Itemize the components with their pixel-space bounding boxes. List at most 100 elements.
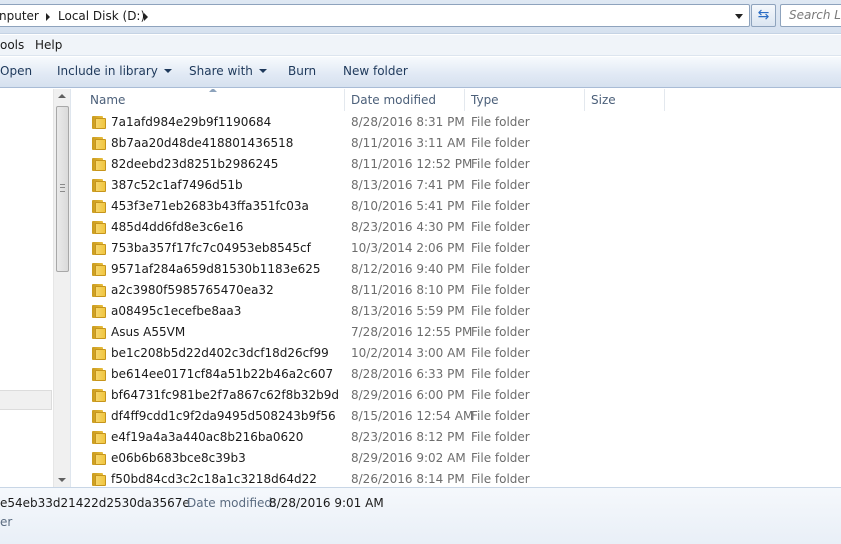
folder-icon bbox=[92, 221, 106, 234]
file-row[interactable]: 9571af284a659d81530b1183e625 8/12/2016 9:… bbox=[72, 259, 841, 280]
file-row[interactable]: be1c208b5d22d402c3dcf18d26cf99 10/2/2014 … bbox=[72, 343, 841, 364]
file-date-modified: 8/29/2016 9:02 AM bbox=[351, 451, 466, 465]
folder-icon bbox=[92, 263, 106, 276]
include-label: Include in library bbox=[57, 64, 158, 78]
file-name: bf64731fc981be2f7a867c62f8b32b9d bbox=[111, 388, 339, 402]
file-row[interactable]: be614ee0171cf84a51b22b46a2c607 8/28/2016 … bbox=[72, 364, 841, 385]
file-row[interactable]: 453f3e71eb2683b43ffa351fc03a 8/10/2016 5:… bbox=[72, 196, 841, 217]
folder-icon bbox=[92, 389, 106, 402]
file-name: df4ff9cdd1c9f2da9495d508243b9f56 bbox=[111, 409, 336, 423]
file-name: 9571af284a659d81530b1183e625 bbox=[111, 262, 321, 276]
file-type: File folder bbox=[471, 157, 530, 171]
folder-icon bbox=[92, 179, 106, 192]
folder-icon bbox=[92, 305, 106, 318]
nav-selected-item[interactable] bbox=[0, 390, 52, 410]
menu-help[interactable]: Help bbox=[35, 38, 62, 52]
scroll-down-arrow-icon[interactable] bbox=[58, 478, 66, 482]
breadcrumb-chevron-icon[interactable] bbox=[46, 13, 50, 21]
file-date-modified: 8/11/2016 12:52 PM bbox=[351, 157, 473, 171]
file-type: File folder bbox=[471, 388, 530, 402]
file-row[interactable]: 7a1afd984e29b9f1190684 8/28/2016 8:31 PM F… bbox=[72, 112, 841, 133]
file-date-modified: 8/29/2016 6:00 PM bbox=[351, 388, 465, 402]
file-type: File folder bbox=[471, 325, 530, 339]
column-name[interactable]: Name bbox=[72, 89, 345, 111]
menu-tools[interactable]: ools bbox=[0, 38, 24, 52]
folder-icon bbox=[92, 137, 106, 150]
details-pane: e54eb33d21422d2530da3567e Date modified:… bbox=[0, 487, 841, 544]
file-type: File folder bbox=[471, 199, 530, 213]
address-bar[interactable]: nputer Local Disk (D:) bbox=[0, 4, 750, 27]
file-type: File folder bbox=[471, 262, 530, 276]
column-name-label: Name bbox=[90, 93, 126, 107]
file-row[interactable]: a2c3980f5985765470ea32 8/11/2016 8:10 PM F… bbox=[72, 280, 841, 301]
file-type: File folder bbox=[471, 472, 530, 486]
nav-scrollbar[interactable] bbox=[53, 89, 70, 487]
file-rows: 7a1afd984e29b9f1190684 8/28/2016 8:31 PM F… bbox=[72, 112, 841, 487]
file-row[interactable]: a08495c1ecefbe8aa3 8/13/2016 5:59 PM File … bbox=[72, 301, 841, 322]
file-date-modified: 10/3/2014 2:06 PM bbox=[351, 241, 465, 255]
file-row[interactable]: f50bd84cd3c2c18a1c3218d64d22 8/26/2016 8:… bbox=[72, 469, 841, 487]
file-date-modified: 7/28/2016 12:55 PM bbox=[351, 325, 473, 339]
file-row[interactable]: 485d4dd6fd8e3c6e16 8/23/2016 4:30 PM File … bbox=[72, 217, 841, 238]
file-row[interactable]: 8b7aa20d48de418801436518 8/11/2016 3:11 A… bbox=[72, 133, 841, 154]
file-row[interactable]: 387c52c1af7496d51b 8/13/2016 7:41 PM File … bbox=[72, 175, 841, 196]
include-in-library-button[interactable]: Include in library bbox=[57, 64, 172, 78]
file-date-modified: 8/13/2016 5:59 PM bbox=[351, 304, 465, 318]
file-row[interactable]: 82deebd23d8251b2986245 8/11/2016 12:52 PM… bbox=[72, 154, 841, 175]
scroll-thumb[interactable] bbox=[56, 106, 69, 272]
selected-item-type: er bbox=[0, 515, 13, 529]
file-row[interactable]: e4f19a4a3a440ac8b216ba0620 8/23/2016 8:12… bbox=[72, 427, 841, 448]
column-date-modified[interactable]: Date modified bbox=[345, 89, 465, 111]
file-name: a08495c1ecefbe8aa3 bbox=[111, 304, 242, 318]
file-list: Name Date modified Type Size 7a1afd984e2… bbox=[72, 89, 841, 487]
file-row[interactable]: df4ff9cdd1c9f2da9495d508243b9f56 8/15/201… bbox=[72, 406, 841, 427]
open-button[interactable]: Open bbox=[0, 64, 32, 78]
file-row[interactable]: e06b6b683bce8c39b3 8/29/2016 9:02 AM File … bbox=[72, 448, 841, 469]
new-folder-button[interactable]: New folder bbox=[343, 64, 408, 78]
file-type: File folder bbox=[471, 178, 530, 192]
address-toolbar: nputer Local Disk (D:) ⇆ Search Lo bbox=[0, 0, 841, 34]
navigation-pane[interactable] bbox=[0, 89, 71, 487]
breadcrumb-local-disk[interactable]: Local Disk (D:) bbox=[58, 9, 145, 23]
scroll-up-arrow-icon[interactable] bbox=[58, 94, 66, 98]
file-date-modified: 8/28/2016 8:31 PM bbox=[351, 115, 465, 129]
burn-button[interactable]: Burn bbox=[288, 64, 316, 78]
address-history-dropdown-icon[interactable] bbox=[731, 9, 747, 24]
file-name: 82deebd23d8251b2986245 bbox=[111, 157, 279, 171]
column-size-label: Size bbox=[591, 93, 616, 107]
file-name: e06b6b683bce8c39b3 bbox=[111, 451, 246, 465]
file-row[interactable]: Asus A55VM 7/28/2016 12:55 PM File folder bbox=[72, 322, 841, 343]
file-type: File folder bbox=[471, 304, 530, 318]
file-name: be614ee0171cf84a51b22b46a2c607 bbox=[111, 367, 334, 381]
command-bar: Open Include in library Share with Burn … bbox=[0, 57, 841, 88]
chevron-down-icon bbox=[163, 69, 172, 73]
date-modified-value: 8/28/2016 9:01 AM bbox=[269, 496, 384, 510]
file-date-modified: 8/10/2016 5:41 PM bbox=[351, 199, 465, 213]
file-name: f50bd84cd3c2c18a1c3218d64d22 bbox=[111, 472, 317, 486]
search-input[interactable]: Search Lo bbox=[780, 4, 841, 27]
refresh-button[interactable]: ⇆ bbox=[751, 4, 776, 27]
column-size[interactable]: Size bbox=[585, 89, 665, 111]
folder-icon bbox=[92, 452, 106, 465]
folder-icon bbox=[92, 158, 106, 171]
file-row[interactable]: 753ba357f17fc7c04953eb8545cf 10/3/2014 2:… bbox=[72, 238, 841, 259]
folder-icon bbox=[92, 347, 106, 360]
file-name: 453f3e71eb2683b43ffa351fc03a bbox=[111, 199, 309, 213]
file-type: File folder bbox=[471, 367, 530, 381]
file-date-modified: 8/13/2016 7:41 PM bbox=[351, 178, 465, 192]
folder-icon bbox=[92, 242, 106, 255]
folder-icon bbox=[92, 284, 106, 297]
file-name: e4f19a4a3a440ac8b216ba0620 bbox=[111, 430, 304, 444]
breadcrumb-chevron-icon[interactable] bbox=[144, 13, 148, 21]
column-type[interactable]: Type bbox=[465, 89, 585, 111]
breadcrumb-computer[interactable]: nputer bbox=[0, 9, 39, 23]
share-with-button[interactable]: Share with bbox=[189, 64, 267, 78]
file-type: File folder bbox=[471, 346, 530, 360]
file-date-modified: 10/2/2014 3:00 AM bbox=[351, 346, 466, 360]
file-row[interactable]: bf64731fc981be2f7a867c62f8b32b9d 8/29/201… bbox=[72, 385, 841, 406]
file-name: Asus A55VM bbox=[111, 325, 186, 339]
selected-item-name: e54eb33d21422d2530da3567e bbox=[0, 496, 190, 510]
file-name: 387c52c1af7496d51b bbox=[111, 178, 243, 192]
column-date-label: Date modified bbox=[351, 93, 437, 107]
file-type: File folder bbox=[471, 451, 530, 465]
